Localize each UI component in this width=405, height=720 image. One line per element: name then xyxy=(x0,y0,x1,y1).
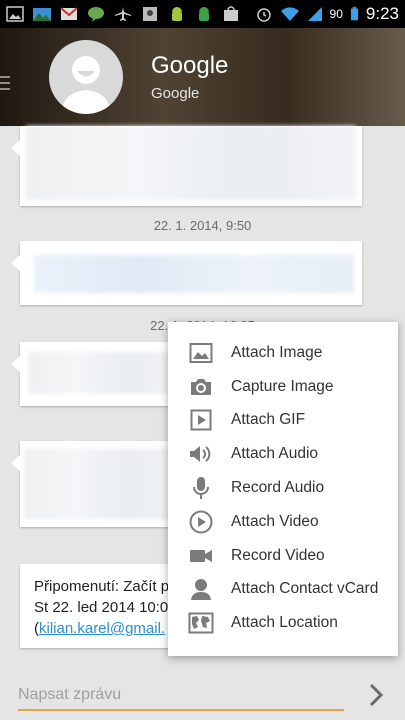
message-bubble[interactable] xyxy=(11,342,180,406)
message-bubble[interactable] xyxy=(11,241,362,305)
menu-item-label: Record Video xyxy=(231,546,325,564)
menu-item-label: Attach Contact vCard xyxy=(231,580,379,598)
person-icon xyxy=(61,56,111,114)
menu-item-attach-audio[interactable]: Attach Audio xyxy=(168,437,398,471)
airplane-icon xyxy=(115,7,131,21)
gmail-icon xyxy=(60,7,78,20)
message-bubble[interactable] xyxy=(11,126,362,206)
map-icon xyxy=(188,610,214,636)
menu-item-label: Attach Audio xyxy=(231,445,319,463)
email-link[interactable]: kilian.karel@gmail. xyxy=(39,620,165,637)
photo-icon xyxy=(143,7,157,21)
menu-item-label: Attach Video xyxy=(231,512,319,530)
message-bubble[interactable] xyxy=(11,441,180,527)
contact-icon xyxy=(188,576,214,602)
wifi-icon xyxy=(280,7,299,21)
image-icon xyxy=(188,340,214,366)
contact-subtitle: Google xyxy=(151,85,200,102)
send-button[interactable] xyxy=(362,680,390,710)
menu-item-label: Capture Image xyxy=(231,377,334,395)
contact-name: Google xyxy=(151,52,229,79)
menu-item-label: Attach Location xyxy=(231,614,338,632)
status-bar: 90 9:23 xyxy=(0,0,405,28)
reminder-message[interactable]: Připomenutí: Začít p St 22. led 2014 10:… xyxy=(20,564,180,648)
avatar[interactable] xyxy=(49,40,123,114)
speaker-icon xyxy=(188,441,214,467)
menu-item-record-video[interactable]: Record Video xyxy=(168,539,398,573)
reminder-line-2: St 22. led 2014 10:0 xyxy=(34,599,169,616)
shopping-icon xyxy=(224,6,238,21)
menu-item-label: Attach Image xyxy=(231,343,323,361)
message-timestamp: 22. 1. 2014, 9:50 xyxy=(153,218,252,233)
composer-bar xyxy=(0,664,405,720)
android-icon xyxy=(199,7,209,21)
menu-item-attach-gif[interactable]: Attach GIF xyxy=(168,404,398,438)
reminder-line-3: (kilian.karel@gmail. xyxy=(34,618,165,639)
camera-icon xyxy=(188,374,214,400)
attach-menu: Attach Image Capture Image Attach GIF At… xyxy=(168,322,398,656)
landscape-icon xyxy=(33,8,51,21)
battery-icon xyxy=(350,6,359,21)
menu-item-attach-image[interactable]: Attach Image xyxy=(168,336,398,370)
android-icon xyxy=(172,7,182,21)
signal-icon xyxy=(307,7,322,21)
menu-item-capture-image[interactable]: Capture Image xyxy=(168,370,398,404)
notification-icons xyxy=(6,6,240,22)
menu-item-attach-video[interactable]: Attach Video xyxy=(168,505,398,539)
hangouts-icon xyxy=(88,7,104,22)
conversation-header: Google Google xyxy=(0,28,405,126)
reminder-line-1: Připomenutí: Začít p xyxy=(34,578,170,595)
gif-play-icon xyxy=(188,407,214,433)
microphone-icon xyxy=(188,475,214,501)
drawer-handle-icon[interactable] xyxy=(0,76,10,94)
gallery-icon xyxy=(6,6,24,22)
battery-percent: 90 xyxy=(329,7,343,21)
play-circle-icon xyxy=(188,509,214,535)
chevron-right-icon xyxy=(369,683,384,707)
videocam-icon xyxy=(188,543,214,569)
menu-item-label: Attach GIF xyxy=(231,411,306,429)
menu-item-attach-location[interactable]: Attach Location xyxy=(168,606,398,640)
message-input[interactable] xyxy=(18,681,344,711)
alarm-icon xyxy=(256,8,271,22)
clock: 9:23 xyxy=(365,4,399,23)
menu-item-attach-contact[interactable]: Attach Contact vCard xyxy=(168,573,398,607)
menu-item-record-audio[interactable]: Record Audio xyxy=(168,471,398,505)
menu-item-label: Record Audio xyxy=(231,479,325,497)
